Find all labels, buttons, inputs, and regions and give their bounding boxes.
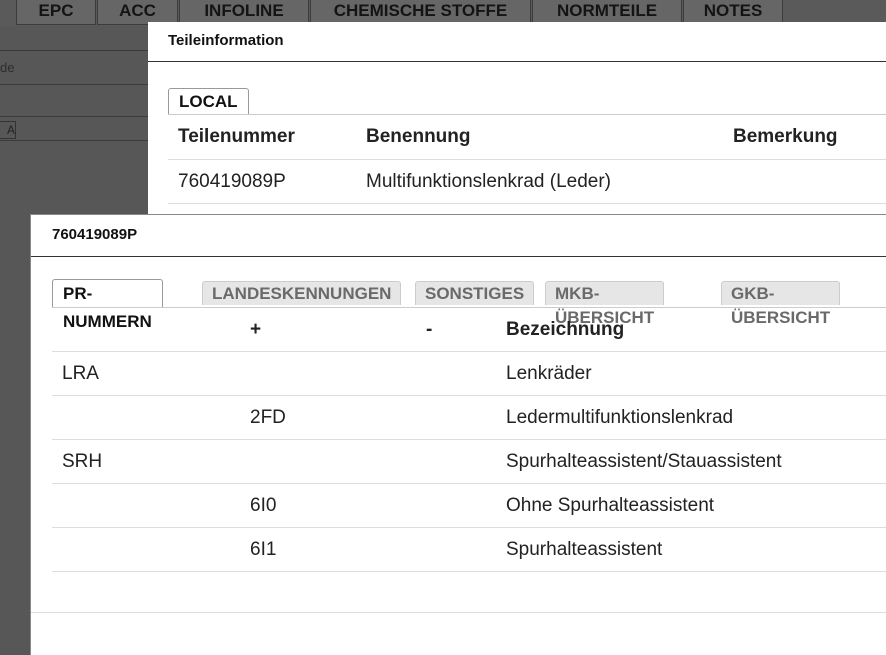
column-header-bemerkung[interactable]: Bemerkung	[733, 126, 838, 148]
tab-sonstiges[interactable]: SONSTIGES	[415, 281, 535, 305]
bg-field-label: de	[0, 60, 15, 75]
row-divider	[52, 483, 886, 484]
dialog-title: Teileinformation	[148, 22, 886, 62]
dialog-title: 760419089P	[31, 215, 886, 257]
column-header-plus[interactable]: +	[250, 319, 261, 341]
tab-gkb-uebersicht[interactable]: GKB-ÜBERSICHT	[721, 281, 841, 327]
bg-divider	[0, 116, 160, 117]
header-divider	[168, 159, 886, 160]
row-divider	[52, 395, 886, 396]
column-header-benennung[interactable]: Benennung	[366, 126, 471, 148]
bg-divider	[0, 84, 160, 85]
column-header-teilenummer[interactable]: Teilenummer	[178, 126, 295, 148]
cell-plus[interactable]: 2FD	[250, 407, 286, 429]
cell-teilenummer[interactable]: 760419089P	[178, 171, 286, 193]
cell-bezeichnung[interactable]: Spurhalteassistent/Stauassistent	[506, 451, 782, 473]
bg-divider	[0, 140, 160, 141]
tab-underline	[52, 307, 886, 308]
cell-plus[interactable]: 6I0	[250, 495, 276, 517]
tab-landeskennungen[interactable]: LANDESKENNUNGEN	[202, 281, 402, 305]
tab-mkb-uebersicht[interactable]: MKB-ÜBERSICHT	[545, 281, 665, 327]
part-details-dialog: 760419089P PR-NUMMERN LANDESKENNUNGEN SO…	[30, 214, 886, 655]
dialog-footer-divider	[31, 612, 886, 613]
cell-benennung[interactable]: Multifunktionslenkrad (Leder)	[366, 171, 611, 193]
row-divider	[168, 203, 886, 204]
cell-family[interactable]: LRA	[62, 363, 99, 385]
column-header-bezeichnung[interactable]: Bezeichnung	[506, 319, 624, 341]
tab-underline	[168, 114, 886, 115]
row-divider	[52, 439, 886, 440]
tab-pr-nummern[interactable]: PR-NUMMERN	[52, 279, 163, 331]
bg-divider	[0, 50, 160, 51]
tab-epc[interactable]: EPC	[16, 0, 96, 25]
cell-bezeichnung[interactable]: Spurhalteassistent	[506, 539, 662, 561]
cell-plus[interactable]: 6I1	[250, 539, 276, 561]
cell-bezeichnung[interactable]: Ledermultifunktionslenkrad	[506, 407, 733, 429]
column-header-minus[interactable]: -	[426, 319, 432, 341]
row-divider	[52, 571, 886, 572]
cell-bezeichnung[interactable]: Ohne Spurhalteassistent	[506, 495, 714, 517]
teileinformation-dialog: Teileinformation LOCAL Teilenummer Benen…	[148, 22, 886, 222]
cell-family[interactable]: SRH	[62, 451, 102, 473]
row-divider	[52, 527, 886, 528]
bg-filter-chip: A	[0, 121, 16, 139]
tab-local[interactable]: LOCAL	[168, 88, 249, 114]
header-divider	[52, 351, 886, 352]
cell-bezeichnung[interactable]: Lenkräder	[506, 363, 592, 385]
